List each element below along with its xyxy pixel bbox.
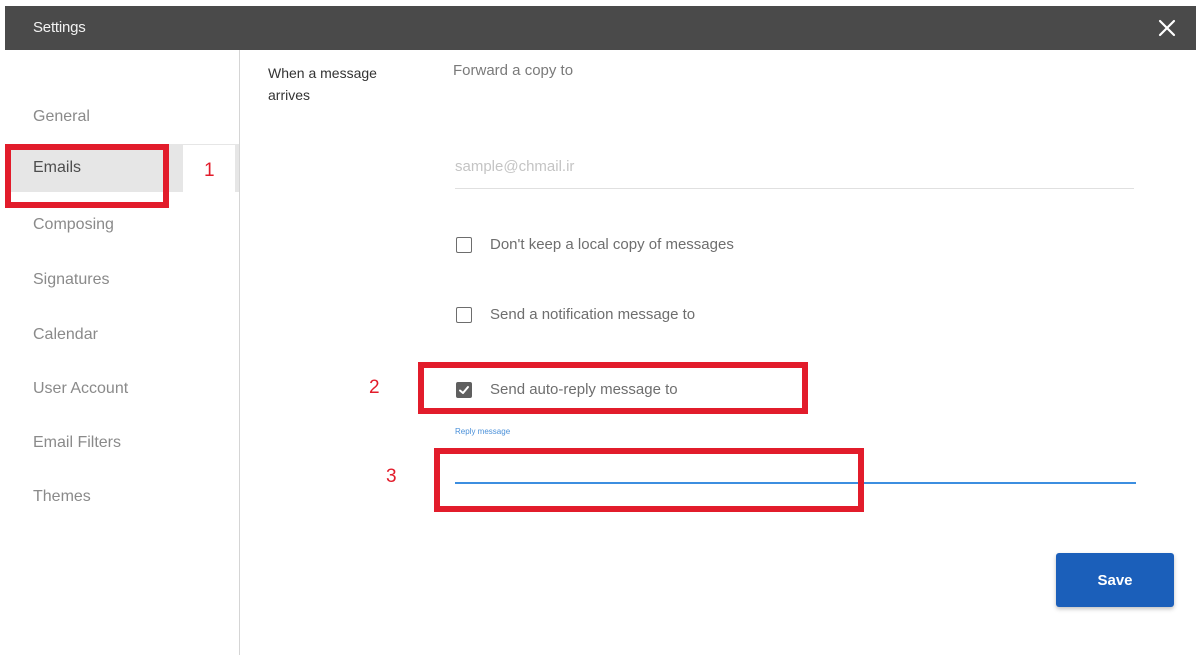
annotation-box-3 [434,448,864,512]
sidebar-item-calendar[interactable]: Calendar [5,311,98,359]
section-label: When a message arrives [268,65,377,103]
sidebar-item-general[interactable]: General [5,93,90,141]
settings-sidebar: General Emails Composing Signatures Cale… [5,50,240,655]
annotation-number-1: 1 [204,160,215,181]
checkbox-no-local-copy[interactable] [456,236,472,253]
checkbox-notification[interactable] [456,306,472,323]
option-notification[interactable]: Send a notification message to [456,306,695,323]
option-label: Send a notification message to [490,306,696,323]
sidebar-item-signatures[interactable]: Signatures [5,256,110,304]
sidebar-item-user-account[interactable]: User Account [5,365,128,413]
window-title: Settings [33,19,86,36]
save-button[interactable]: Save [1056,553,1174,607]
title-bar: Settings [5,6,1196,50]
option-label: Don't keep a local copy of messages [490,236,734,253]
annotation-box-1 [5,144,169,208]
sidebar-item-email-filters[interactable]: Email Filters [5,419,121,467]
annotation-box-2 [418,362,808,414]
sidebar-item-composing[interactable]: Composing [5,201,114,249]
close-icon [1158,19,1176,37]
annotation-number-3: 3 [386,466,397,487]
forward-label: Forward a copy to [453,62,574,79]
sidebar-item-themes[interactable]: Themes [5,473,91,521]
forward-email-input[interactable] [455,144,1134,189]
settings-window: Settings General Emails Composing Signat… [0,0,1201,655]
close-button[interactable] [1154,15,1180,41]
option-no-local-copy[interactable]: Don't keep a local copy of messages [456,236,734,253]
annotation-number-2: 2 [369,377,380,398]
reply-message-caption: Reply message [455,427,511,436]
